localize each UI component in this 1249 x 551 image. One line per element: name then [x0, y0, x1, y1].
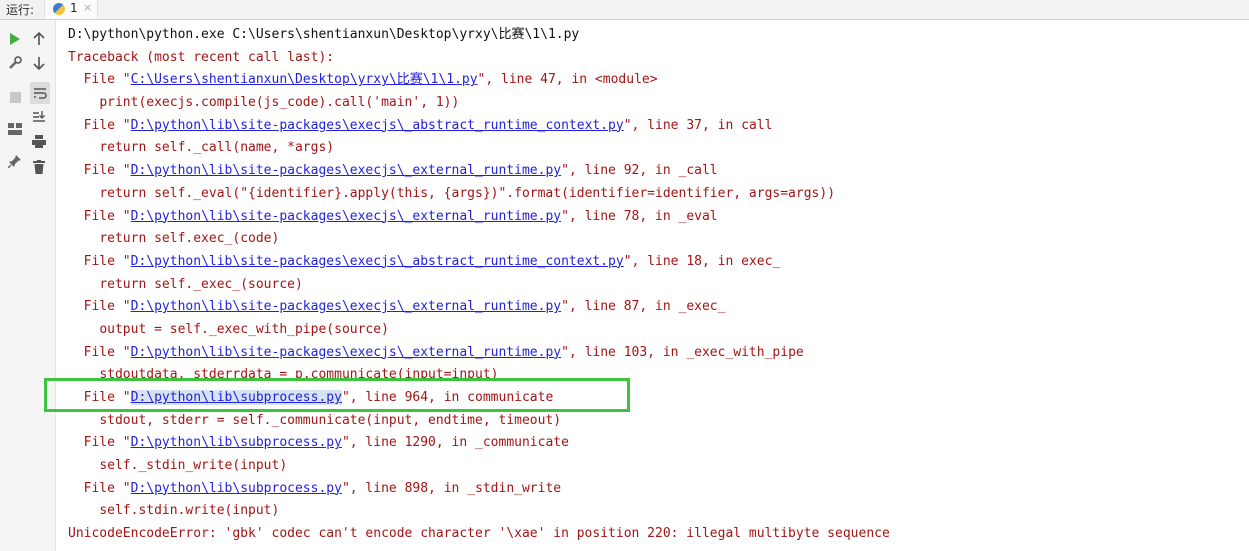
traceback-file-link[interactable]: D:\python\lib\site-packages\execjs\_exte…	[131, 345, 561, 360]
close-icon[interactable]: ×	[83, 1, 92, 14]
traceback-file-line: File "D:\python\lib\subprocess.py", line…	[68, 478, 1249, 501]
traceback-location: ", line 47, in <module>	[477, 72, 658, 88]
traceback-code: return self._call(name, *args)	[99, 140, 335, 156]
traceback-code: stdout, stderr = self._communicate(input…	[99, 412, 562, 428]
scroll-to-end-icon[interactable]	[30, 108, 48, 126]
traceback-file-line: File "D:\python\lib\site-packages\execjs…	[68, 296, 1249, 319]
traceback-code: self.stdin.write(input)	[99, 503, 280, 519]
traceback-location: ", line 1290, in _communicate	[341, 435, 569, 451]
traceback-file-link[interactable]: D:\python\lib\site-packages\execjs\_exte…	[131, 299, 561, 314]
traceback-code: return self._exec_(source)	[99, 276, 303, 292]
traceback-code-line: return self._exec_(source)	[68, 274, 1249, 297]
file-prefix: File "	[68, 117, 131, 133]
traceback-code: output = self._exec_with_pipe(source)	[99, 321, 389, 337]
traceback-file-line: File "D:\python\lib\subprocess.py", line…	[68, 432, 1249, 455]
traceback-file-link[interactable]: D:\python\lib\site-packages\execjs\_exte…	[131, 209, 561, 224]
traceback-location: ", line 87, in _exec_	[561, 299, 726, 315]
traceback-file-line: File "D:\python\lib\site-packages\execjs…	[68, 251, 1249, 274]
traceback-file-link[interactable]: D:\python\lib\site-packages\execjs\_exte…	[131, 163, 561, 178]
traceback-code: print(execjs.compile(js_code).call('main…	[99, 95, 460, 111]
console-command-line: D:\python\python.exe C:\Users\shentianxu…	[68, 27, 580, 42]
file-prefix: File "	[68, 72, 131, 88]
traceback-code-line: self.stdin.write(input)	[68, 500, 1249, 523]
layout-icon[interactable]	[6, 120, 24, 138]
traceback-location: ", line 898, in _stdin_write	[341, 480, 562, 496]
run-side-toolbar	[0, 20, 56, 551]
traceback-file-line: File "D:\python\lib\site-packages\execjs…	[68, 206, 1249, 229]
traceback-location: ", line 92, in _call	[561, 163, 718, 179]
arrow-up-icon[interactable]	[30, 30, 48, 48]
traceback-file-link[interactable]: D:\python\lib\subprocess.py	[130, 390, 342, 405]
error-message: UnicodeEncodeError: 'gbk' codec can't en…	[68, 526, 890, 542]
trash-icon[interactable]	[30, 158, 48, 176]
file-prefix: File "	[68, 208, 131, 224]
file-prefix: File "	[68, 163, 131, 179]
traceback-location: ", line 964, in communicate	[341, 390, 554, 405]
traceback-location: ", line 103, in _exec_with_pipe	[561, 344, 804, 360]
soft-wrap-icon[interactable]	[30, 82, 50, 104]
traceback-file-line: File "C:\Users\shentianxun\Desktop\yrxy\…	[68, 69, 1249, 92]
traceback-file-link[interactable]: C:\Users\shentianxun\Desktop\yrxy\比赛\1\1…	[131, 72, 478, 87]
traceback-code-line: self._stdin_write(input)	[68, 455, 1249, 478]
traceback-header: Traceback (most recent call last):	[68, 49, 335, 65]
run-tab-1[interactable]: 1 ×	[44, 0, 98, 19]
run-label: 运行:	[6, 3, 35, 17]
traceback-file-link[interactable]: D:\python\lib\site-packages\execjs\_abst…	[131, 254, 624, 269]
traceback-location: ", line 37, in call	[623, 117, 773, 133]
print-icon[interactable]	[30, 132, 48, 150]
file-prefix: File "	[68, 344, 131, 360]
file-prefix: File "	[68, 480, 131, 496]
traceback-file-line: File "D:\python\lib\subprocess.py", line…	[68, 387, 1249, 410]
python-icon	[53, 3, 65, 15]
file-prefix: File "	[68, 390, 131, 405]
run-toolbar-header: 运行: 1 ×	[0, 0, 1249, 20]
traceback-code-line: return self._call(name, *args)	[68, 137, 1249, 160]
traceback-code: return self.exec_(code)	[99, 231, 280, 247]
traceback-code-line: print(execjs.compile(js_code).call('main…	[68, 92, 1249, 115]
arrow-down-icon[interactable]	[30, 54, 48, 72]
wrench-icon[interactable]	[6, 54, 24, 72]
file-prefix: File "	[68, 435, 131, 451]
console-output[interactable]: D:\python\python.exe C:\Users\shentianxu…	[68, 24, 1249, 546]
rerun-icon[interactable]	[6, 30, 24, 48]
traceback-location: ", line 78, in _eval	[561, 208, 718, 224]
traceback-code-line: return self._eval("{identifier}.apply(th…	[68, 183, 1249, 206]
tab-label: 1	[70, 1, 78, 15]
traceback-file-line: File "D:\python\lib\site-packages\execjs…	[68, 160, 1249, 183]
traceback-code: self._stdin_write(input)	[99, 458, 288, 474]
file-prefix: File "	[68, 299, 131, 315]
traceback-code-line: output = self._exec_with_pipe(source)	[68, 319, 1249, 342]
traceback-location: ", line 18, in exec_	[623, 253, 781, 269]
traceback-code: return self._eval("{identifier}.apply(th…	[99, 185, 836, 201]
traceback-code-line: stdout, stderr = self._communicate(input…	[68, 410, 1249, 433]
traceback-code-line: stdoutdata, stderrdata = p.communicate(i…	[68, 364, 1249, 387]
pin-icon[interactable]	[6, 152, 24, 170]
traceback-file-line: File "D:\python\lib\site-packages\execjs…	[68, 342, 1249, 365]
traceback-code: stdoutdata, stderrdata = p.communicate(i…	[99, 367, 499, 383]
traceback-file-link[interactable]: D:\python\lib\site-packages\execjs\_abst…	[131, 118, 624, 133]
traceback-file-line: File "D:\python\lib\site-packages\execjs…	[68, 115, 1249, 138]
traceback-code-line: return self.exec_(code)	[68, 228, 1249, 251]
file-prefix: File "	[68, 253, 131, 269]
stop-icon[interactable]	[6, 88, 24, 106]
traceback-file-link[interactable]: D:\python\lib\subprocess.py	[131, 435, 342, 450]
traceback-file-link[interactable]: D:\python\lib\subprocess.py	[131, 481, 342, 496]
